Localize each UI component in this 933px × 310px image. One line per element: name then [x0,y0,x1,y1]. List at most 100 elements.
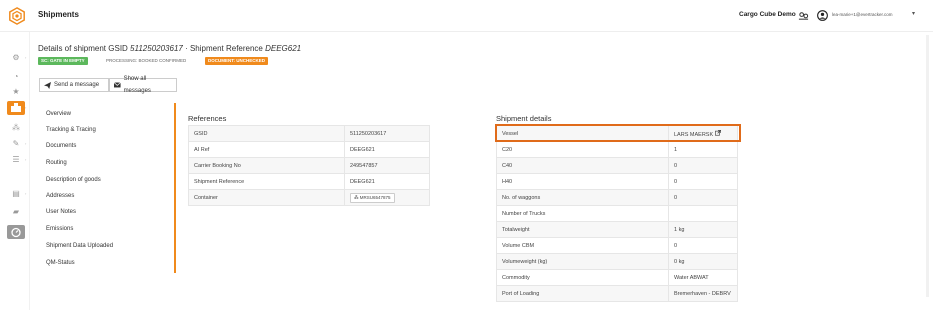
row-label: Volume CBM [496,237,669,254]
table-row: Volumeweight (kg) 0 kg [496,253,738,270]
table-row: C20 1 [496,141,738,158]
shipments-nav-active[interactable] [7,101,25,115]
title-prefix: Details of shipment GSID [38,44,131,53]
status-badge-processing: PROCESSING: BOOKED CONFIRMED [103,57,190,65]
row-value: 0 [668,173,738,190]
row-value: 1 [668,141,738,158]
send-message-label: Send a message [54,82,100,88]
settings-icon[interactable]: ⚙ [10,52,22,63]
row-label: C20 [496,141,669,158]
show-messages-button[interactable]: Show all messages [109,76,177,94]
shipments-icon [11,103,21,112]
nav-item-overview[interactable]: Overview [46,111,71,117]
container-chip[interactable]: ⁂ MRSU6547875 [350,192,395,203]
row-label: Port of Loading [496,285,669,302]
table-row: Totalweight 1 kg [496,221,738,238]
send-icon [44,81,51,89]
chevron-right-icon: › [25,191,27,196]
star-icon[interactable]: ★ [10,86,22,97]
row-value: Water ABWAT [668,269,738,286]
chevron-right-icon: › [25,55,27,60]
nav-item-description-of-goods[interactable]: Description of goods [46,177,101,183]
row-value: 249547857 [344,157,430,174]
switch-user-icon[interactable] [798,10,809,21]
shipment-details-title: Shipment details [496,114,552,123]
nav-item-documents[interactable]: Documents [46,143,76,149]
chevron-right-icon: › [25,105,27,110]
row-value: DEEG621 [344,141,430,158]
table-row: Commodity Water ABWAT [496,269,738,286]
row-value: DEEG621 [344,173,430,190]
row-label: Commodity [496,269,669,286]
references-table: GSID 511250203617 AI Ref DEEG621 Carrier… [188,125,430,206]
nav-item-shipment-data-uploaded[interactable]: Shipment Data Uploaded [46,243,113,249]
table-row: Volume CBM 0 [496,237,738,254]
table-row: C40 0 [496,157,738,174]
nav-item-emissions[interactable]: Emissions [46,226,73,232]
title-mid: · Shipment Reference [182,44,266,53]
table-row: AI Ref DEEG621 [188,141,430,158]
table-row: GSID 511250203617 [188,125,430,142]
row-value: ⁂ MRSU6547875 [344,189,430,206]
report-icon[interactable]: ▤ [10,188,22,199]
dashboard-icon[interactable]: ◔ [10,71,22,82]
shipment-detail-title: Details of shipment GSID 511250203617 · … [38,44,301,53]
row-label: GSID [188,125,345,142]
page-scrollbar[interactable] [926,35,929,297]
table-row: Shipment Reference DEEG621 [188,173,430,190]
table-row: Port of Loading Bremerhaven - DEBRV [496,285,738,302]
row-label: Volumeweight (kg) [496,253,669,270]
row-value [668,205,738,222]
nav-item-user-notes[interactable]: User Notes [46,209,76,215]
archive-icon[interactable]: ▰ [10,206,22,217]
row-value: 1 kg [668,221,738,238]
row-label: H40 [496,173,669,190]
section-nav: Overview Tracking & Tracing Documents Ro… [38,103,176,273]
row-label: Number of Trucks [496,205,669,222]
container-icon: ⁂ [354,194,359,200]
envelope-icon [114,82,121,88]
row-value: 0 [668,189,738,206]
icon-sidebar: ⚙ › ◔ ★ › ⁂ ✎ › ☰ › ▤ › ▰ [0,32,30,310]
row-label: Totalweight [496,221,669,238]
chevron-right-icon: › [25,141,27,146]
timer-nav[interactable] [7,225,25,239]
page-title: Shipments [38,10,79,19]
row-label: AI Ref [188,141,345,158]
table-row: Carrier Booking No 249547857 [188,157,430,174]
top-bar: Shipments Cargo Cube Demo lea-marie+1@ev… [0,0,933,32]
row-value: Bremerhaven - DEBRV [668,285,738,302]
references-title: References [188,114,227,123]
table-row: H40 0 [496,173,738,190]
table-row: Number of Trucks [496,205,738,222]
row-value: 0 [668,237,738,254]
table-row: No. of waggons 0 [496,189,738,206]
row-label: No. of waggons [496,189,669,206]
edit-icon[interactable]: ✎ [10,138,22,149]
vessel-row-highlight [495,124,741,142]
shipment-details-table: Vessel LARS MAERSK C20 1 C40 0 H40 0 No.… [496,125,738,302]
reference-value: DEEG621 [265,44,302,53]
show-messages-label: Show all messages [123,76,151,94]
row-label: Shipment Reference [188,173,345,190]
user-email[interactable]: lea-marie+1@evertracker.com [832,12,892,17]
status-badge-sc: SC: GATE IN EMPTY [38,57,88,65]
status-badge-document: DOCUMENT: UNCHECKED [205,57,268,65]
row-label: C40 [496,157,669,174]
row-value: 0 kg [668,253,738,270]
app-logo-icon[interactable] [8,7,26,25]
send-message-button[interactable]: Send a message [39,78,109,92]
nav-item-routing[interactable]: Routing [46,160,67,166]
network-icon[interactable]: ⁂ [10,122,22,133]
row-label: Carrier Booking No [188,157,345,174]
list-icon[interactable]: ☰ [10,154,22,165]
nav-item-addresses[interactable]: Addresses [46,193,74,199]
chevron-down-icon[interactable]: ▾ [912,10,915,17]
nav-item-qm-status[interactable]: QM-Status [46,260,75,266]
user-avatar-icon[interactable] [817,10,828,21]
row-label: Container [188,189,345,206]
gsid-value: 511250203617 [130,44,183,53]
company-name[interactable]: Cargo Cube Demo [739,11,796,18]
nav-item-tracking[interactable]: Tracking & Tracing [46,127,96,133]
row-value: 0 [668,157,738,174]
